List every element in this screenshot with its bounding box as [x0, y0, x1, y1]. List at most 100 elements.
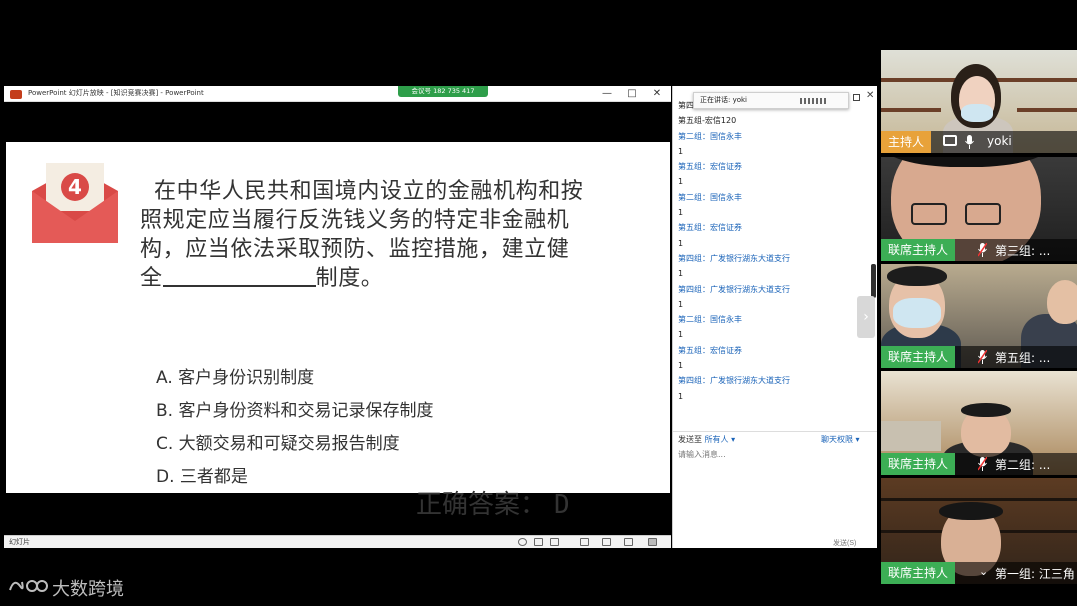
chat-sender: 第五组：宏信证券 — [678, 345, 742, 355]
option-c: C. 大额交易和可疑交易报告制度 — [156, 434, 400, 454]
participant-label: 联席主持人 第三组: ... — [881, 239, 1077, 261]
answer-label: 正确答案： — [416, 490, 547, 520]
question-line: 照规定应当履行反洗钱义务的特定非金融机 — [140, 208, 570, 233]
glasses — [911, 203, 947, 225]
powerpoint-window: PowerPoint 幻灯片放映 - [知识竞赛决赛] - PowerPoint… — [4, 86, 671, 548]
slide-status-label: 幻灯片 — [9, 538, 30, 546]
send-button[interactable]: 发送(S) — [833, 538, 856, 548]
send-to-label: 发送至 — [678, 435, 702, 444]
question-last-suffix: 制度。 — [315, 266, 384, 291]
chat-message: 1 — [678, 146, 684, 156]
close-button[interactable]: ✕ — [650, 87, 664, 100]
share-screen-icon — [943, 135, 957, 146]
answer-blank — [162, 264, 316, 287]
envelope-number-icon: 4 — [32, 163, 118, 243]
microphone-icon — [978, 457, 987, 471]
bookshelf — [1017, 108, 1077, 112]
person-face — [1047, 280, 1077, 324]
face-mask — [893, 298, 941, 328]
chat-permission-dropdown[interactable]: 聊天权限 ▾ — [821, 434, 860, 445]
next-slide-icon[interactable] — [550, 538, 559, 546]
chat-sender: 第五组：宏信证券 — [678, 162, 742, 172]
notes-icon[interactable] — [534, 538, 543, 546]
chat-message-list[interactable]: 第四组 广发110第五组-宏信120第二组：国信永丰1第五组：宏信证券1第二组：… — [673, 98, 873, 428]
chat-sender: 第四组：广发银行湖东大道支行 — [678, 284, 790, 294]
face-mask — [961, 104, 993, 122]
video-tile-participant[interactable]: 联席主持人 第五组: ... — [881, 264, 1077, 368]
minimize-button[interactable]: — — [600, 87, 614, 100]
chat-sender: 第四组：广发银行湖东大道支行 — [678, 253, 790, 263]
volume-bars-icon — [800, 98, 826, 104]
chat-sender: 第四组：广发银行湖东大道支行 — [678, 376, 790, 386]
chat-footer: 发送至 所有人 ▾ 聊天权限 ▾ 发送(S) — [673, 431, 877, 548]
cabinet — [881, 421, 941, 451]
ppt-titlebar: PowerPoint 幻灯片放映 - [知识竞赛决赛] - PowerPoint… — [4, 86, 671, 102]
microphone-icon — [978, 350, 987, 364]
normal-view-icon[interactable] — [580, 538, 589, 546]
prev-slide-icon[interactable] — [518, 538, 527, 546]
chat-sender: 第二组：国信永丰 — [678, 315, 742, 325]
slide-canvas[interactable]: 4 在中华人民共和国境内设立的金融机构和按 照规定应当履行反洗钱义务的特定非金融… — [6, 142, 670, 520]
role-badge: 联席主持人 — [881, 239, 956, 261]
option-a: A. 客户身份识别制度 — [156, 368, 315, 388]
role-badge: 主持人 — [881, 131, 932, 153]
video-tile-participant[interactable]: 联席主持人 第三组: ... — [881, 157, 1077, 261]
video-tile-participant[interactable]: 联席主持人 ⌄ 第一组: 江三角 — [881, 478, 1077, 584]
bookshelf — [881, 108, 941, 112]
chat-scrollbar[interactable] — [871, 264, 876, 298]
slide-number: 4 — [68, 175, 82, 199]
maximize-button[interactable]: □ — [625, 87, 639, 100]
chat-close-icon[interactable]: ✕ — [866, 90, 874, 102]
speaking-indicator: 正在讲话: yoki — [693, 92, 849, 109]
participant-label: 联席主持人 第二组: ... — [881, 453, 1077, 475]
chat-sender: 第二组：国信永丰 — [678, 131, 742, 141]
role-badge: 联席主持人 — [881, 346, 956, 368]
chat-message: 1 — [678, 177, 684, 187]
chat-maximize-icon[interactable] — [853, 94, 860, 101]
chat-message: 1 — [678, 299, 684, 309]
question-line: 构，应当依法采取预防、监控措施，建立健 — [140, 237, 570, 262]
question-last-prefix: 全 — [140, 266, 163, 291]
chat-message: 1 — [678, 391, 684, 401]
chat-input[interactable] — [678, 447, 868, 461]
send-to-dropdown[interactable]: 所有人 ▾ — [705, 435, 736, 444]
question-line: 全 制度。 — [140, 264, 640, 293]
person-hair — [961, 403, 1011, 417]
microphone-icon — [978, 243, 987, 257]
chat-panel: 第四组 广发110第五组-宏信120第二组：国信永丰1第五组：宏信证券1第二组：… — [672, 86, 877, 548]
participant-name: 第三组: ... — [995, 244, 1051, 258]
person-hair — [887, 266, 947, 286]
microphone-icon — [965, 135, 974, 149]
video-tile-host[interactable]: 主持人 yoki — [881, 50, 1077, 153]
role-badge: 联席主持人 — [881, 562, 956, 584]
participant-name: yoki — [987, 134, 1012, 148]
chat-sender: 第五组：宏信证券 — [678, 223, 742, 233]
slideshow-view-icon[interactable] — [648, 538, 657, 546]
chat-message: 1 — [678, 269, 684, 279]
sorter-view-icon[interactable] — [602, 538, 611, 546]
participant-name: 第一组: 江三角 — [995, 567, 1075, 581]
speaking-text: 正在讲话: yoki — [700, 96, 748, 104]
brand-logo-icon — [9, 580, 48, 592]
watermark-text: 大数跨境 — [52, 579, 124, 600]
participant-label: 联席主持人 ⌄ 第一组: 江三角 — [881, 562, 1077, 584]
collapse-panel-button[interactable]: › — [857, 296, 875, 338]
question-line: 在中华人民共和国境内设立的金融机构和按 — [154, 179, 584, 204]
send-to[interactable]: 发送至 所有人 ▾ — [678, 434, 735, 445]
powerpoint-app-icon — [10, 90, 22, 99]
chat-message: 1 — [678, 208, 684, 218]
video-tile-participant[interactable]: 联席主持人 第二组: ... — [881, 371, 1077, 475]
chevron-down-icon[interactable]: ⌄ — [979, 565, 988, 578]
person-hair — [939, 502, 1003, 520]
ppt-statusbar: 幻灯片 — [4, 535, 671, 548]
chat-sender: 第二组：国信永丰 — [678, 192, 742, 202]
correct-answer: 正确答案： D — [416, 484, 570, 521]
reading-view-icon[interactable] — [624, 538, 633, 546]
participant-label: 联席主持人 第五组: ... — [881, 346, 1077, 368]
chat-message: 1 — [678, 330, 684, 340]
participant-label: 主持人 yoki — [881, 131, 1077, 153]
chat-message: 1 — [678, 361, 684, 371]
meeting-id-badge[interactable]: 会议号 182 735 417 — [398, 86, 488, 97]
participant-name: 第五组: ... — [995, 351, 1051, 365]
question-text: 在中华人民共和国境内设立的金融机构和按 照规定应当履行反洗钱义务的特定非金融机 … — [140, 177, 640, 293]
